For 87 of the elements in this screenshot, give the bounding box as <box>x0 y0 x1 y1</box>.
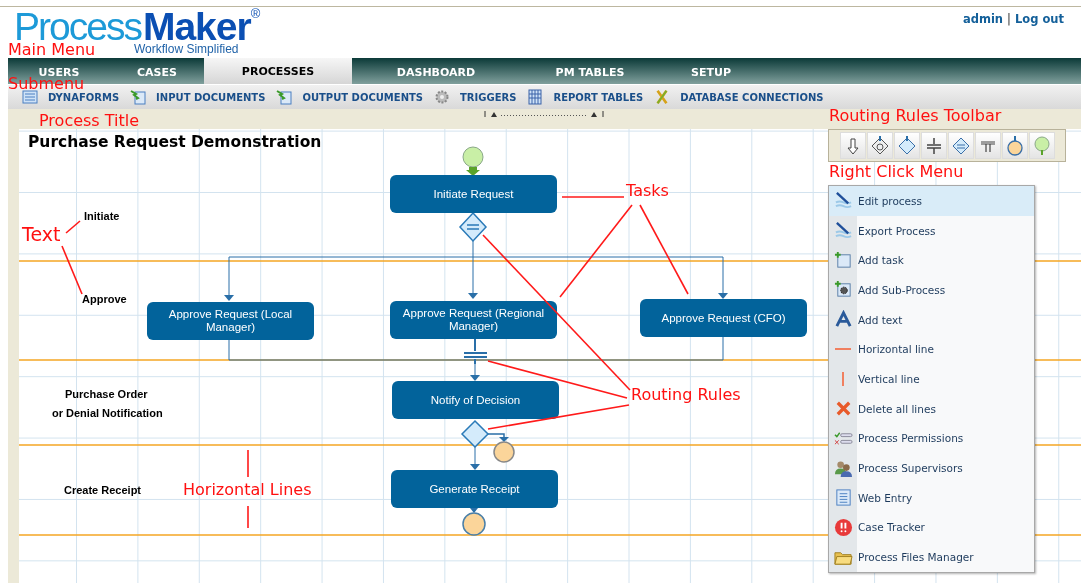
pencil-icon <box>833 221 853 241</box>
submenu-link[interactable]: INPUT DOCUMENTS <box>130 89 266 105</box>
end-event <box>462 508 486 536</box>
document-plus-icon <box>833 250 853 270</box>
table-icon <box>527 89 544 105</box>
submenu-link[interactable]: DYNAFORMS <box>22 89 120 105</box>
menu-item[interactable]: Edit process <box>829 186 1034 216</box>
menu-item[interactable]: Process Files Manager <box>829 542 1034 572</box>
toolbar-button[interactable] <box>894 132 920 159</box>
task-node[interactable]: Approve Request (Regional Manager) <box>390 301 557 339</box>
menu-item[interactable]: Delete all lines <box>829 393 1034 424</box>
start-event-icon <box>1032 135 1052 156</box>
leader-line <box>247 505 249 529</box>
lane-label: Initiate <box>84 210 120 222</box>
toolbar-button[interactable] <box>840 132 866 159</box>
submenu-link[interactable]: REPORT TABLES <box>527 89 644 105</box>
menu-item[interactable]: Process Supervisors <box>829 453 1034 483</box>
leader-line <box>561 196 625 198</box>
pencil-icon <box>833 191 853 211</box>
menu-item[interactable]: Add Sub-Process <box>829 275 1034 305</box>
annotation-label: Tasks <box>626 183 669 199</box>
toolbar-button[interactable] <box>1002 132 1028 159</box>
submenu-link[interactable]: DATABASE CONNECTIONS <box>654 89 824 105</box>
leader-line <box>65 220 81 234</box>
connector <box>487 433 509 442</box>
vertical-line-icon <box>842 371 844 386</box>
annotation-label: Right Click Menu <box>829 164 964 180</box>
menu-tab[interactable]: SETUP <box>660 60 762 84</box>
horizontal-line-icon <box>835 348 851 351</box>
menu-item[interactable]: Horizontal line <box>829 334 1034 365</box>
annotation-label: Horizontal Lines <box>183 482 312 498</box>
menu-item[interactable]: Case Tracker <box>829 512 1034 543</box>
alert-icon <box>833 517 853 537</box>
annotation-label: Process Title <box>39 113 140 129</box>
menu-tab[interactable]: DASHBOARD <box>352 60 520 84</box>
document-arrow-icon <box>130 89 147 105</box>
end-event <box>493 441 515 463</box>
document-arrow-icon <box>276 89 293 105</box>
form-icon <box>22 89 38 105</box>
separator-text: | <box>1007 12 1011 26</box>
join-icon <box>924 135 944 156</box>
annotation-label: Routing Rules <box>631 387 741 403</box>
menu-item[interactable]: Add text <box>829 304 1034 335</box>
gear-icon <box>434 89 451 105</box>
leader-line <box>61 245 83 295</box>
process-title: Purchase Request Demonstration <box>28 133 322 151</box>
end-event-icon <box>1005 135 1025 156</box>
gear-plus-icon <box>833 280 853 300</box>
annotation-label: Text <box>22 225 61 244</box>
menu-item[interactable]: Export Process <box>829 215 1034 246</box>
toolbar-button[interactable] <box>867 132 893 159</box>
task-node[interactable]: Generate Receipt <box>391 470 558 508</box>
splitter-handle-icon[interactable] <box>483 111 605 117</box>
start-event <box>462 146 484 176</box>
form-icon <box>833 488 853 508</box>
menu-item[interactable]: Add task <box>829 245 1034 276</box>
lane-label: Approve <box>82 293 127 305</box>
menu-item[interactable]: Process Permissions <box>829 423 1034 454</box>
toolbar-button[interactable] <box>921 132 947 159</box>
leader-line <box>247 449 249 478</box>
task-node[interactable]: Approve Request (CFO) <box>640 299 807 337</box>
annotation-label: Submenu <box>8 76 85 92</box>
toolbar-button[interactable] <box>948 132 974 159</box>
diamond-icon <box>897 135 917 156</box>
menu-tab[interactable]: PM TABLES <box>520 60 660 84</box>
submenu-link[interactable]: TRIGGERS <box>434 89 517 105</box>
join-symbol <box>463 338 488 365</box>
users-icon <box>833 458 853 478</box>
menu-tab[interactable]: CASES <box>110 60 204 84</box>
annotation-label: Main Menu <box>8 42 96 58</box>
task-node[interactable]: Notify of Decision <box>392 381 559 419</box>
task-node[interactable]: Initiate Request <box>390 175 557 213</box>
lane-label: or Denial Notification <box>52 407 163 419</box>
connector <box>470 446 480 470</box>
menu-item[interactable]: Vertical line <box>829 364 1034 394</box>
submenu-link[interactable]: OUTPUT DOCUMENTS <box>276 89 424 105</box>
task-node[interactable]: Approve Request (Local Manager) <box>147 302 314 340</box>
lane-label: Purchase Order <box>65 388 148 400</box>
annotation-label: Routing Rules Toolbar <box>829 108 1002 124</box>
lane-label: Create Receipt <box>64 484 142 496</box>
diamond-equals-icon <box>951 135 971 156</box>
logout-link[interactable]: Log out <box>1014 12 1064 26</box>
menu-tab[interactable]: PROCESSES <box>204 58 352 84</box>
username-link[interactable]: admin <box>962 12 1004 26</box>
toolbar-button[interactable] <box>975 132 1001 159</box>
decision-diamond <box>458 211 488 243</box>
menu-item[interactable]: Web Entry <box>829 482 1034 513</box>
